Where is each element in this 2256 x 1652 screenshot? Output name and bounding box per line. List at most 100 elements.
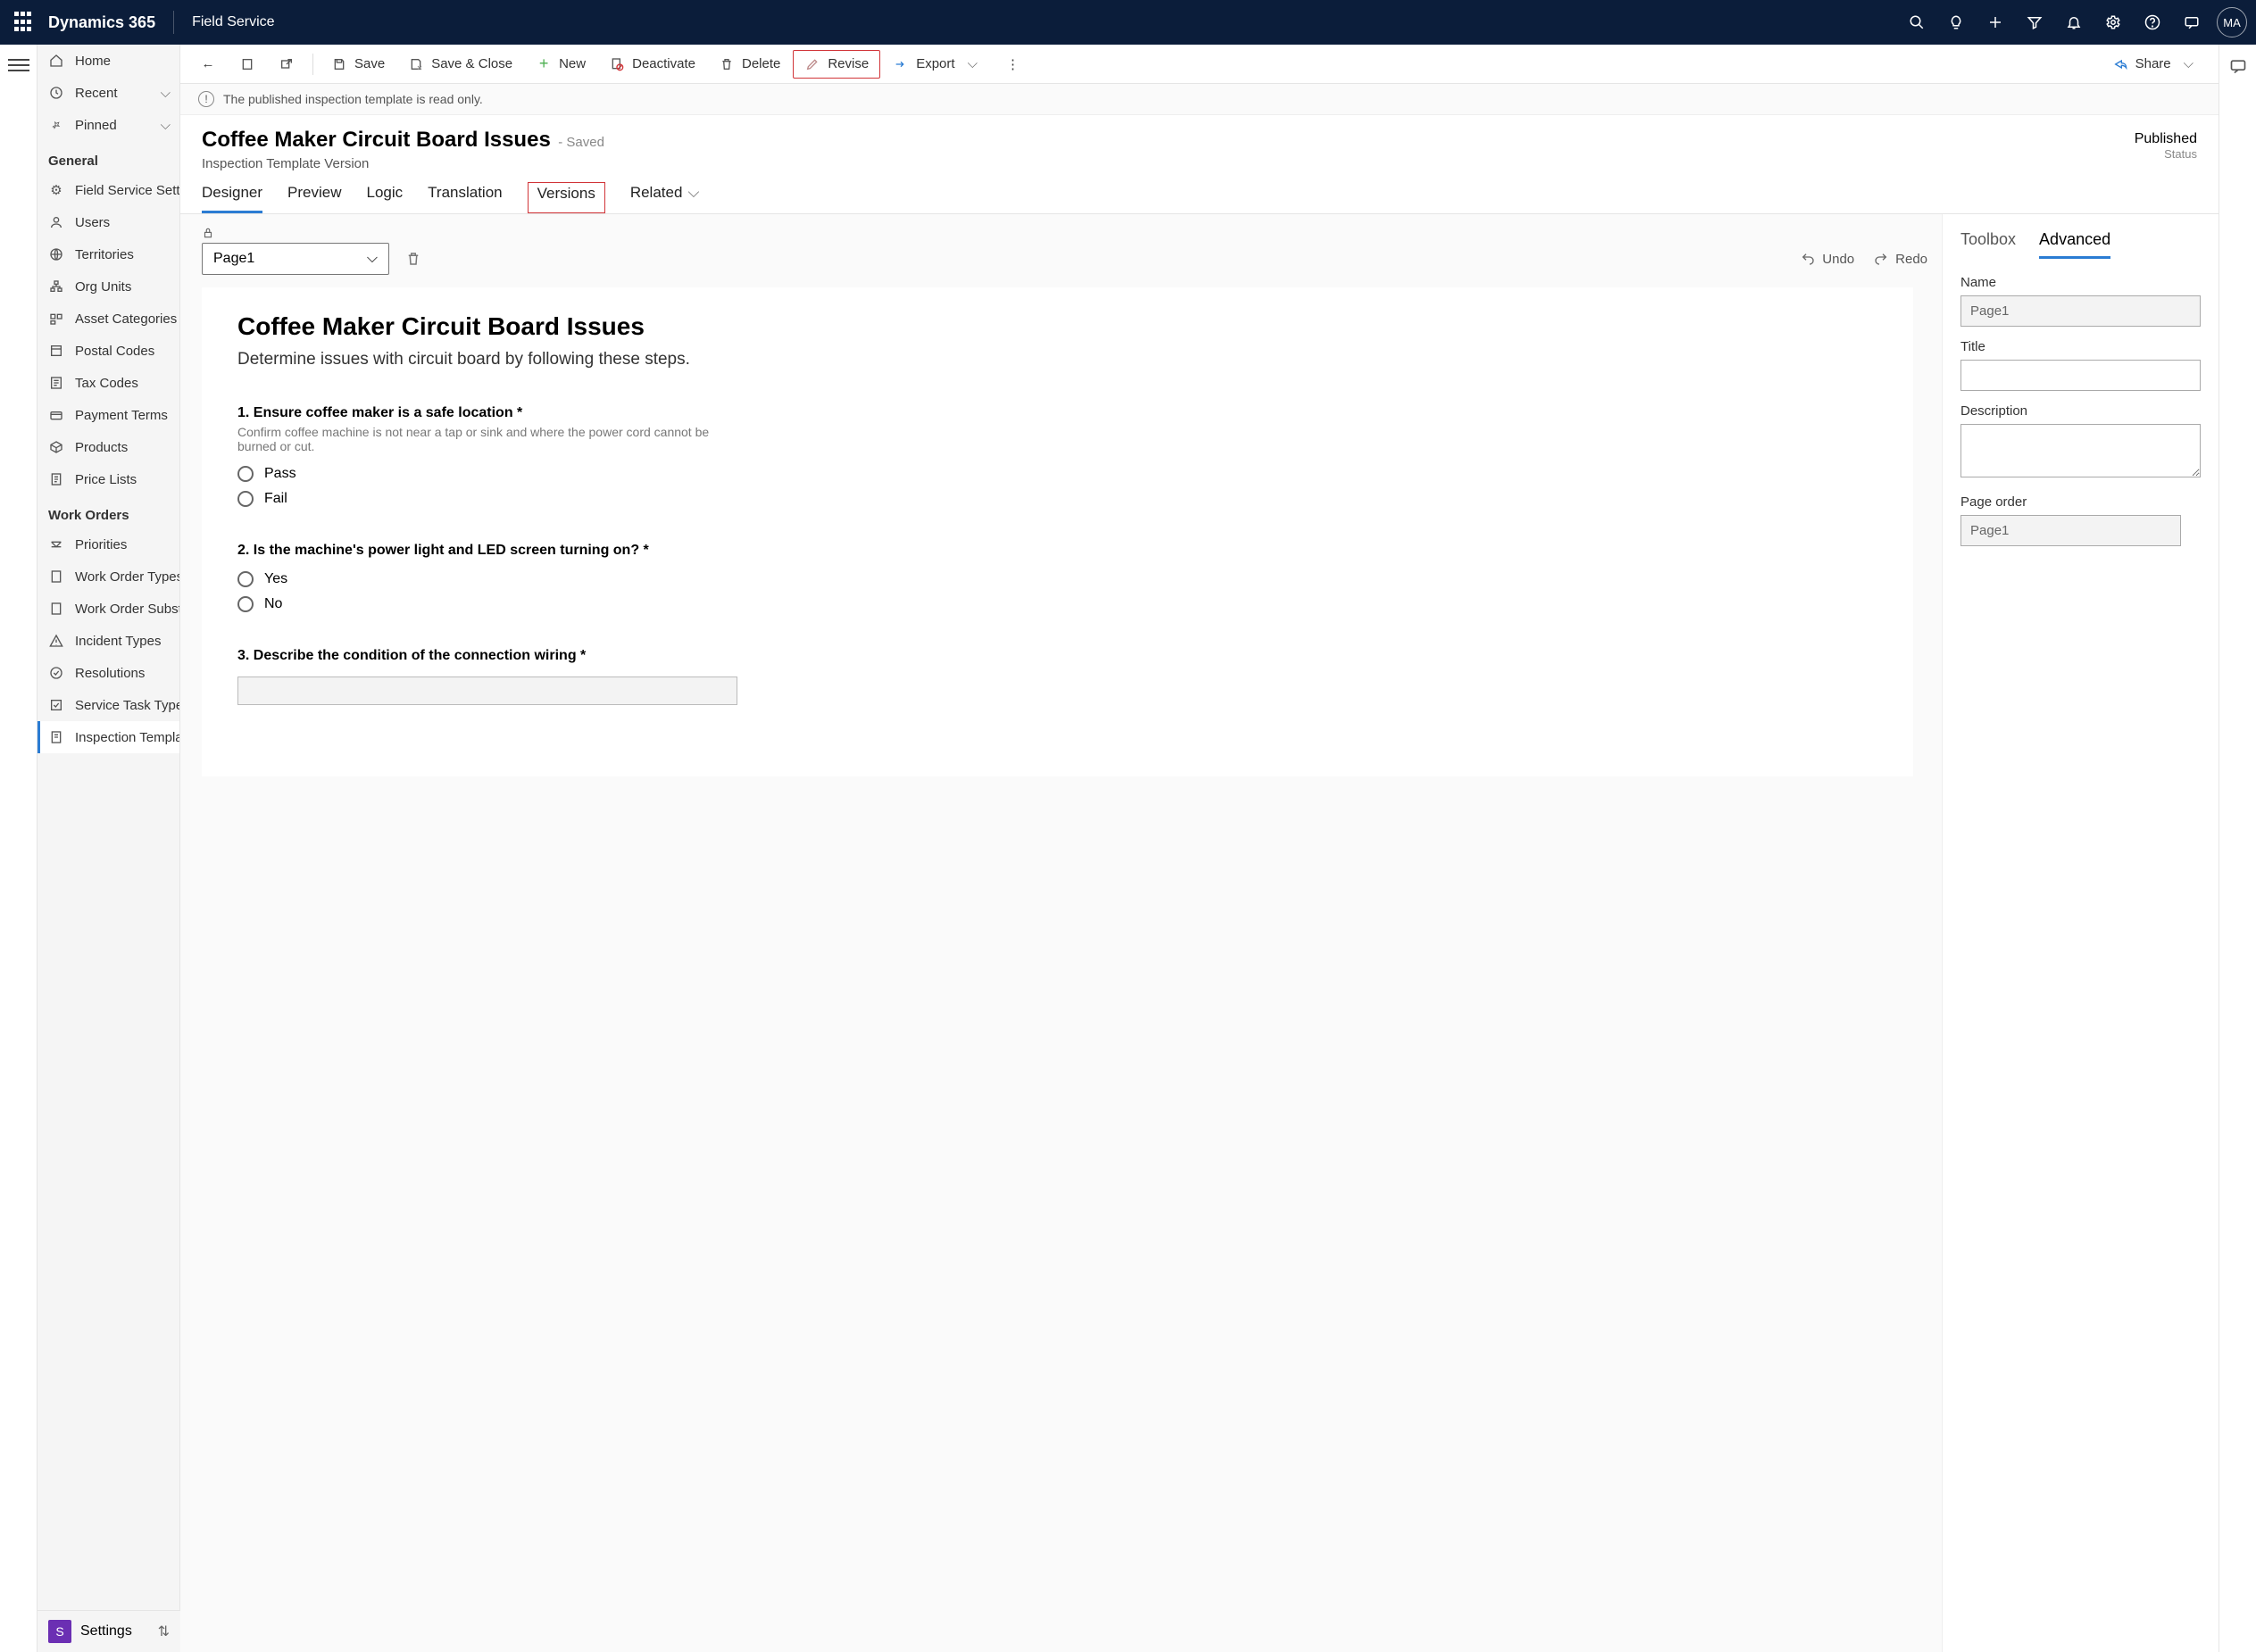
save-close-button[interactable]: Save & Close — [397, 51, 523, 78]
nav-tax-codes[interactable]: Tax Codes — [37, 367, 179, 399]
nav-payment-terms[interactable]: Payment Terms — [37, 399, 179, 431]
page-selected-value: Page1 — [213, 251, 254, 267]
canvas-scroll[interactable]: Coffee Maker Circuit Board Issues Determ… — [202, 287, 1927, 1638]
props-tab-toolbox[interactable]: Toolbox — [1960, 230, 2016, 259]
filter-icon[interactable] — [2015, 0, 2054, 45]
save-button[interactable]: Save — [321, 51, 395, 78]
nav-label: Users — [75, 215, 110, 230]
main-content: ← Save Save & Close +New Deactivate Dele… — [180, 45, 2219, 1652]
deactivate-button[interactable]: Deactivate — [598, 51, 706, 78]
text-response-input[interactable] — [237, 677, 737, 705]
tab-versions[interactable]: Versions — [528, 182, 605, 213]
radio-option-no[interactable]: No — [237, 596, 1877, 612]
nav-section-work-orders: Work Orders — [37, 495, 179, 528]
tab-designer[interactable]: Designer — [202, 184, 262, 213]
nav-pinned[interactable]: Pinned ⌵ — [37, 109, 179, 141]
chevron-down-icon[interactable]: ⌵ — [2178, 56, 2199, 71]
nav-label: Incident Types — [75, 634, 161, 649]
undo-button[interactable]: Undo — [1801, 252, 1854, 267]
nav-label: Tax Codes — [75, 376, 138, 391]
radio-option-fail[interactable]: Fail — [237, 491, 1877, 507]
doc-icon — [48, 601, 64, 617]
redo-button[interactable]: Redo — [1874, 252, 1927, 267]
nav-postal-codes[interactable]: Postal Codes — [37, 335, 179, 367]
bell-icon[interactable] — [2054, 0, 2094, 45]
page-selector[interactable]: Page1 ⌵ — [202, 243, 389, 275]
radio-option-yes[interactable]: Yes — [237, 571, 1877, 587]
nav-incident-types[interactable]: Incident Types — [37, 625, 179, 657]
form-selector-button[interactable] — [229, 51, 266, 78]
revise-button[interactable]: Revise — [793, 50, 880, 79]
nav-price-lists[interactable]: Price Lists — [37, 463, 179, 495]
nav-home[interactable]: Home — [37, 45, 179, 77]
delete-button[interactable]: Delete — [708, 51, 791, 78]
record-header: Coffee Maker Circuit Board Issues - Save… — [180, 115, 2219, 171]
check-icon — [48, 665, 64, 681]
nav-label: Priorities — [75, 537, 127, 552]
tab-preview[interactable]: Preview — [287, 184, 341, 213]
tab-translation[interactable]: Translation — [428, 184, 502, 213]
nav-resolutions[interactable]: Resolutions — [37, 657, 179, 689]
app-name[interactable]: Field Service — [179, 14, 274, 30]
deactivate-icon — [609, 56, 625, 72]
nav-org-units[interactable]: Org Units — [37, 270, 179, 303]
props-tab-advanced[interactable]: Advanced — [2039, 230, 2110, 259]
asset-icon — [48, 311, 64, 327]
postal-icon — [48, 343, 64, 359]
nav-territories[interactable]: Territories — [37, 238, 179, 270]
tab-related[interactable]: Related⌵ — [630, 184, 700, 213]
settings-icon[interactable] — [2094, 0, 2133, 45]
nav-priorities[interactable]: Priorities — [37, 528, 179, 560]
nav-users[interactable]: Users — [37, 206, 179, 238]
nav-section-general: General — [37, 141, 179, 174]
cmd-label: Save — [354, 56, 385, 71]
hamburger-icon[interactable] — [8, 55, 29, 75]
home-icon — [48, 53, 64, 69]
new-button[interactable]: +New — [525, 51, 596, 78]
waffle-icon[interactable] — [14, 12, 36, 33]
export-button[interactable]: Export⌵ — [882, 51, 994, 78]
tab-logic[interactable]: Logic — [367, 184, 404, 213]
nav-products[interactable]: Products — [37, 431, 179, 463]
nav-inspection-templates[interactable]: Inspection Templa... — [37, 721, 179, 753]
chat-icon[interactable] — [2172, 0, 2211, 45]
nav-work-order-types[interactable]: Work Order Types — [37, 560, 179, 593]
assistant-icon[interactable] — [2229, 57, 2247, 75]
nav-work-order-subst[interactable]: Work Order Subst... — [37, 593, 179, 625]
box-icon — [48, 439, 64, 455]
nav-label: Recent — [75, 86, 118, 101]
nav-field-service-settings[interactable]: ⚙Field Service Setti... — [37, 174, 179, 206]
question-2[interactable]: 2. Is the machine's power light and LED … — [237, 543, 1877, 612]
search-icon[interactable] — [1897, 0, 1936, 45]
delete-page-button[interactable] — [400, 245, 427, 272]
question-title: Describe the condition of the connection… — [254, 648, 586, 663]
help-icon[interactable] — [2133, 0, 2172, 45]
brand-label[interactable]: Dynamics 365 — [48, 13, 173, 32]
area-switcher-settings[interactable]: S Settings ⇅ — [37, 1610, 180, 1652]
page-order-input[interactable] — [1960, 515, 2181, 546]
side-navigation: Home Recent ⌵ Pinned ⌵ General ⚙Field Se… — [37, 45, 180, 1652]
nav-label: Territories — [75, 247, 134, 262]
question-3[interactable]: 3. Describe the condition of the connect… — [237, 648, 1877, 705]
nav-service-task-types[interactable]: Service Task Types — [37, 689, 179, 721]
name-input[interactable] — [1960, 295, 2201, 327]
more-button[interactable]: ⋮ — [995, 51, 1030, 78]
save-close-icon — [408, 56, 424, 72]
radio-option-pass[interactable]: Pass — [237, 466, 1877, 482]
back-button[interactable]: ← — [189, 51, 227, 78]
share-icon — [2112, 56, 2128, 72]
nav-label: Work Order Subst... — [75, 602, 179, 617]
open-new-window-button[interactable] — [268, 51, 305, 78]
share-button[interactable]: Share⌵ — [2102, 51, 2210, 78]
nav-recent[interactable]: Recent ⌵ — [37, 77, 179, 109]
doc-icon — [48, 569, 64, 585]
lightbulb-icon[interactable] — [1936, 0, 1976, 45]
user-avatar[interactable]: MA — [2217, 7, 2247, 37]
pencil-icon — [804, 56, 820, 72]
chevron-down-icon[interactable]: ⌵ — [962, 56, 983, 71]
description-input[interactable] — [1960, 424, 2201, 477]
plus-icon[interactable] — [1976, 0, 2015, 45]
nav-asset-categories[interactable]: Asset Categories — [37, 303, 179, 335]
question-1[interactable]: 1. Ensure coffee maker is a safe locatio… — [237, 405, 1877, 507]
title-input[interactable] — [1960, 360, 2201, 391]
